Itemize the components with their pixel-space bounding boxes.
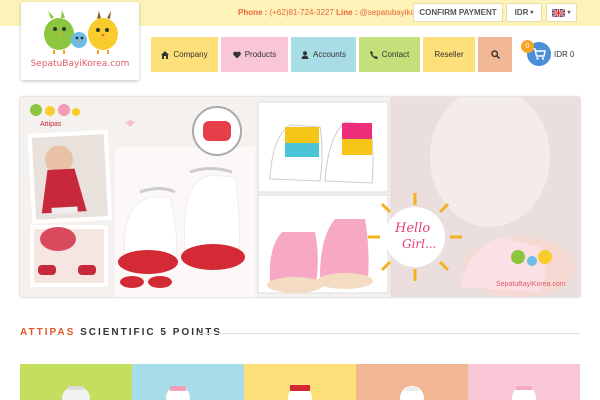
heart-icon — [232, 51, 241, 58]
nav-company-label: Company — [173, 50, 208, 59]
nav-reseller[interactable]: Reseller — [423, 37, 475, 72]
logo-birds-icon — [44, 10, 118, 54]
currency-label: IDR — [514, 8, 529, 17]
confirm-payment-label: CONFIRM PAYMENT — [419, 8, 497, 17]
feature-tile-4[interactable] — [356, 364, 468, 400]
line-label: Line : — [336, 8, 358, 17]
cart-icon — [532, 48, 546, 60]
search-button[interactable] — [478, 37, 512, 72]
uk-flag-icon — [552, 8, 566, 17]
hero-illustration — [20, 97, 580, 297]
hero-watermark: SepatuBayiKorea.com — [496, 281, 566, 288]
home-icon — [161, 50, 170, 59]
confirm-payment-button[interactable]: CONFIRM PAYMENT — [413, 3, 503, 22]
section-divider — [200, 333, 580, 334]
language-dropdown[interactable]: ▾ — [546, 3, 577, 22]
currency-dropdown[interactable]: IDR ▾ — [506, 3, 542, 22]
phone-value: (+62)81-724-3227 — [269, 8, 334, 17]
shoe-image — [166, 386, 190, 400]
contact-line: Phone : (+62)81-724-3227 Line : @sepatub… — [238, 8, 427, 17]
feature-tile-5[interactable] — [468, 364, 580, 400]
section-title: ATTIPAS SCIENTIFIC 5 POINTS — [20, 327, 222, 338]
hero-brand-label: Attipas — [40, 121, 62, 128]
shoe-image — [62, 386, 90, 400]
nav-products[interactable]: Products — [221, 37, 288, 72]
chevron-down-icon: ▾ — [530, 10, 534, 16]
shoe-image — [400, 386, 424, 400]
hero-banner[interactable]: Attipas Hello Girl... SepatuBayiKorea.co… — [20, 97, 580, 297]
section-title-brand: ATTIPAS — [20, 327, 76, 338]
logo-text: SepatuBayiKorea.com — [30, 59, 130, 69]
cart-count-badge: 0 — [521, 40, 534, 53]
feature-tile-1[interactable] — [20, 364, 132, 400]
site-logo[interactable]: SepatuBayiKorea.com — [21, 2, 139, 80]
user-icon — [301, 50, 309, 59]
phone-icon — [369, 50, 378, 59]
feature-tile-2[interactable] — [132, 364, 244, 400]
phone-label: Phone : — [238, 8, 268, 17]
nav-accounts-label: Accounts — [313, 50, 346, 59]
feature-tile-3[interactable] — [244, 364, 356, 400]
nav-contact-label: Contact — [381, 50, 410, 59]
shoe-image — [512, 386, 536, 400]
nav-products-label: Products — [244, 50, 277, 59]
hero-girl-text: Girl... — [402, 237, 437, 251]
hero-hello-text: Hello — [395, 221, 431, 236]
nav-reseller-label: Reseller — [434, 50, 464, 59]
nav-company[interactable]: Company — [151, 37, 218, 72]
nav-contact[interactable]: Contact — [359, 37, 420, 72]
nav-accounts[interactable]: Accounts — [291, 37, 356, 72]
shoe-image — [288, 385, 312, 400]
cart-total: IDR 0 — [554, 50, 575, 59]
chevron-down-icon: ▾ — [567, 10, 571, 16]
search-icon — [490, 50, 500, 59]
